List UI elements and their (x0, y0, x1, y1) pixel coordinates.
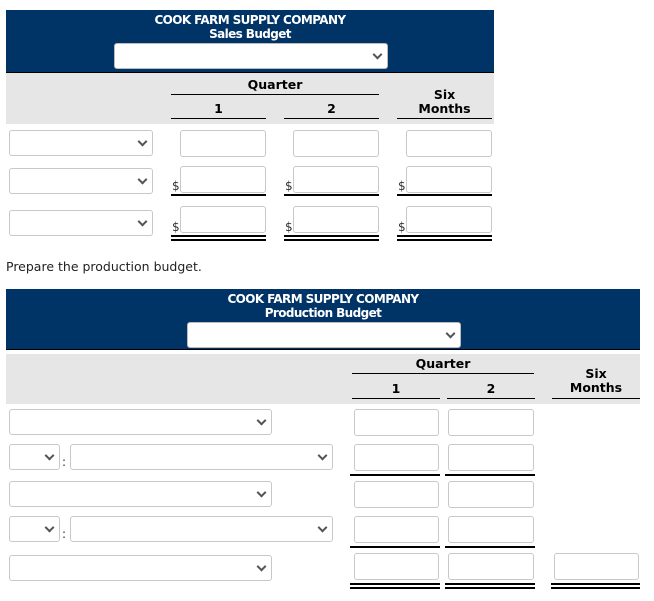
chevron-down-icon (256, 487, 267, 498)
chevron-down-icon (256, 561, 267, 572)
sales-q2-rule (284, 118, 379, 119)
production-row4-colon: : (62, 527, 67, 541)
production-row4-q2-input[interactable] (448, 516, 534, 543)
chevron-down-icon (317, 450, 328, 461)
sales-row1-q1-input[interactable] (180, 130, 266, 157)
production-row3-q1-input[interactable] (354, 481, 439, 508)
sales-row3-q1-input[interactable] (180, 206, 266, 233)
production-row2-operator-select[interactable] (9, 444, 60, 470)
sales-row1-label-select[interactable] (9, 130, 153, 156)
chevron-down-icon (44, 450, 55, 461)
sales-row3-q2-double-rule (284, 235, 379, 241)
sales-row3-total-currency: $ (398, 220, 406, 234)
chevron-down-icon (317, 522, 328, 533)
production-row5-q2-input[interactable] (448, 553, 534, 580)
sales-row3-q2-currency: $ (285, 220, 293, 234)
production-row5-total-double-rule (551, 583, 640, 589)
sales-quarter-rule (171, 94, 379, 95)
chevron-down-icon (137, 216, 148, 227)
production-row5-q1-double-rule (350, 583, 440, 589)
production-row1-q1-input[interactable] (354, 409, 439, 436)
production-row5-q2-double-rule (445, 583, 535, 589)
production-row2-colon: : (62, 455, 67, 469)
sales-row2-total-input[interactable] (406, 166, 492, 193)
production-col-q1: 1 (391, 381, 401, 396)
chevron-down-icon (256, 415, 267, 426)
sales-row2-q1-input[interactable] (180, 166, 266, 193)
production-quarter-rule (352, 373, 534, 374)
production-company-name: COOK FARM SUPPLY COMPANY (227, 292, 419, 306)
production-row5-total-input[interactable] (554, 553, 639, 580)
production-row3-label-select[interactable] (9, 481, 272, 507)
sales-col-quarter: Quarter (247, 77, 303, 92)
production-row4-q1-rule (350, 546, 440, 548)
production-q2-rule (447, 398, 535, 399)
sales-row3-q1-currency: $ (172, 220, 180, 234)
production-col-quarter: Quarter (415, 356, 471, 371)
sales-row2-total-rule (397, 194, 492, 196)
sales-budget-header: COOK FARM SUPPLY COMPANY Sales Budget (6, 10, 494, 72)
production-col-six-months: Six Months (569, 366, 623, 395)
production-row4-q1-input[interactable] (354, 516, 439, 543)
production-column-header (6, 354, 640, 404)
chevron-down-icon (44, 522, 55, 533)
sales-row2-q2-currency: $ (285, 179, 293, 193)
sales-period-select[interactable] (114, 43, 388, 69)
sales-row2-q2-rule (284, 194, 379, 196)
chevron-down-icon (137, 174, 148, 185)
sales-total-rule (397, 118, 492, 119)
sales-q1-rule (171, 118, 266, 119)
production-col-q2: 2 (486, 381, 496, 396)
sales-col-q2: 2 (327, 101, 336, 116)
production-row2-q2-rule (445, 474, 535, 476)
production-row1-label-select[interactable] (9, 409, 272, 435)
sales-row2-q2-input[interactable] (293, 166, 379, 193)
production-row5-q1-input[interactable] (354, 553, 439, 580)
sales-row3-q2-input[interactable] (293, 206, 379, 233)
production-row2-label-select[interactable] (70, 444, 333, 470)
sales-row3-total-double-rule (397, 235, 492, 241)
production-row3-q2-input[interactable] (448, 481, 534, 508)
production-row5-label-select[interactable] (9, 555, 272, 581)
production-row2-q1-rule (350, 474, 440, 476)
sales-row2-q1-currency: $ (172, 179, 180, 193)
sales-row3-label-select[interactable] (9, 210, 153, 236)
production-row4-label-select[interactable] (70, 516, 333, 542)
chevron-down-icon (137, 136, 148, 147)
sales-col-q1: 1 (214, 101, 223, 116)
production-total-rule (552, 398, 640, 399)
production-header-divider (6, 349, 640, 350)
sales-budget-title: Sales Budget (209, 27, 291, 41)
sales-row2-total-currency: $ (398, 179, 406, 193)
sales-row2-label-select[interactable] (9, 168, 153, 194)
sales-row2-q1-rule (171, 194, 266, 196)
chevron-down-icon (372, 49, 383, 60)
production-budget-header: COOK FARM SUPPLY COMPANY Production Budg… (6, 289, 640, 349)
production-row1-q2-input[interactable] (448, 409, 534, 436)
sales-row3-q1-double-rule (171, 235, 266, 241)
production-row2-q2-input[interactable] (448, 444, 534, 471)
sales-company-name: COOK FARM SUPPLY COMPANY (154, 13, 346, 27)
production-budget-title: Production Budget (264, 306, 382, 320)
sales-col-six-months: Six Months (418, 87, 471, 116)
production-row2-q1-input[interactable] (354, 444, 439, 471)
instruction-text: Prepare the production budget. (6, 259, 202, 274)
sales-row1-q2-input[interactable] (293, 130, 379, 157)
production-q1-rule (352, 398, 440, 399)
chevron-down-icon (445, 328, 456, 339)
production-period-select[interactable] (187, 322, 461, 348)
sales-row1-total-input[interactable] (406, 130, 492, 157)
production-row4-operator-select[interactable] (9, 516, 60, 542)
production-row4-q2-rule (445, 546, 535, 548)
sales-row3-total-input[interactable] (406, 206, 492, 233)
